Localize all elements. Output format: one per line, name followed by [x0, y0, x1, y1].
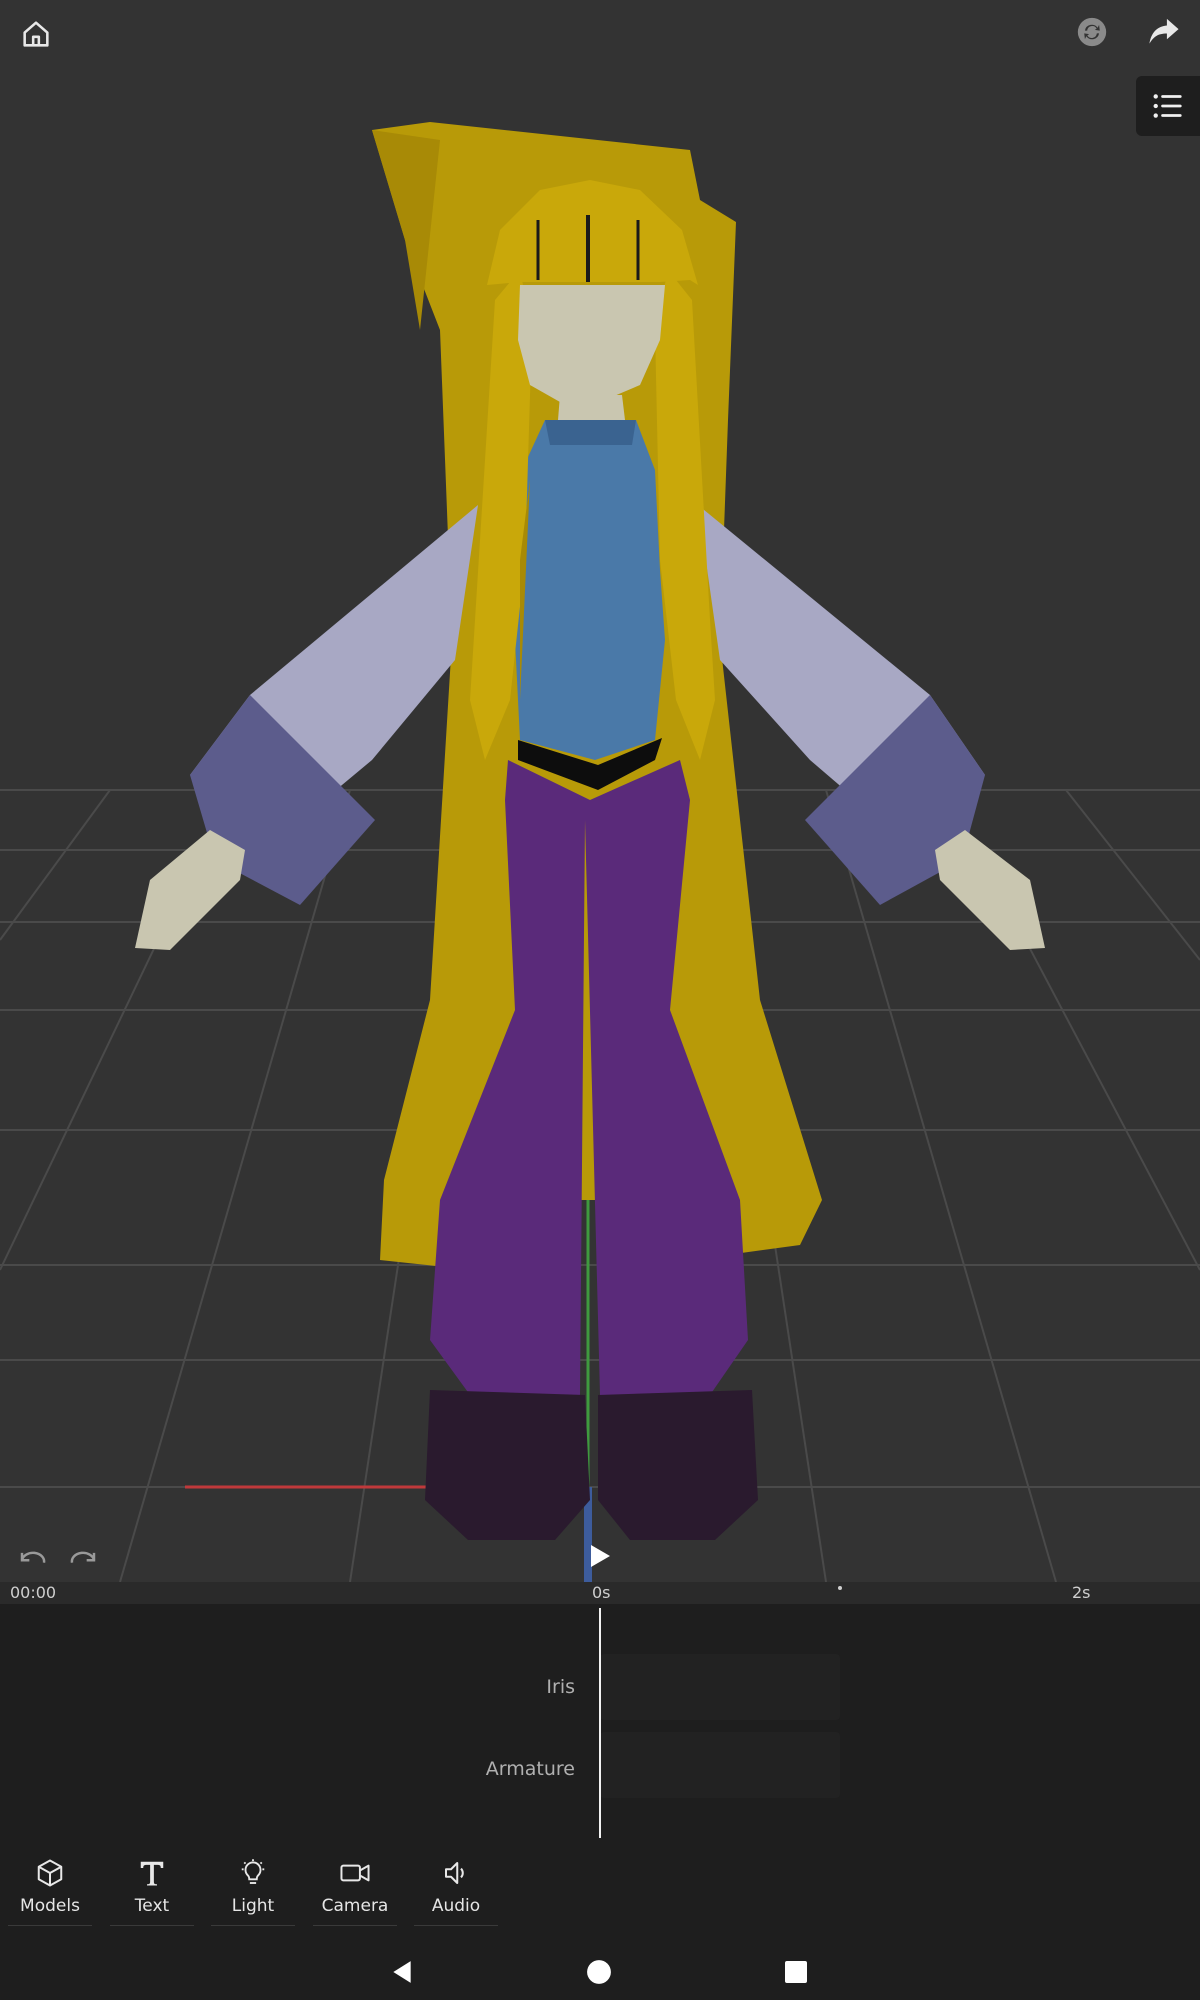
light-tool-button[interactable]: Light: [211, 1840, 295, 1926]
undo-button[interactable]: [14, 1544, 52, 1574]
recents-square-icon: [785, 1961, 807, 1983]
models-tool-label: Models: [20, 1896, 80, 1916]
undo-icon: [20, 1551, 46, 1563]
play-button[interactable]: [584, 1540, 616, 1572]
audio-tool-label: Audio: [431, 1896, 481, 1916]
playhead[interactable]: [599, 1608, 601, 1838]
scene-canvas[interactable]: [0, 0, 1200, 1582]
3d-viewport[interactable]: [0, 0, 1200, 1582]
system-nav-bar: [0, 1940, 1200, 2000]
redo-button[interactable]: [64, 1544, 102, 1574]
time-ruler[interactable]: 00:00 0s 2s: [0, 1582, 1200, 1604]
models-tool-button[interactable]: Models: [8, 1840, 92, 1926]
ruler-end-label: 2s: [1072, 1583, 1091, 1602]
share-icon: [1149, 18, 1179, 44]
bottom-toolbar: Models Text Light Camera Audio: [0, 1840, 1200, 1940]
camera-tool-label: Camera: [321, 1896, 389, 1916]
cube-icon: [37, 1859, 63, 1887]
character-model[interactable]: [135, 122, 1045, 1540]
text-tool-button[interactable]: Text: [110, 1840, 194, 1926]
home-circle-icon: [587, 1960, 611, 1984]
track-lane-armature[interactable]: [600, 1732, 840, 1798]
track-label-iris[interactable]: Iris: [546, 1676, 575, 1698]
text-icon: [140, 1861, 164, 1886]
ruler-start-label: 0s: [592, 1583, 611, 1602]
track-lane-iris[interactable]: [600, 1654, 840, 1720]
play-icon: [591, 1545, 610, 1567]
camera-tool-button[interactable]: Camera: [313, 1840, 397, 1926]
ruler-mid-dot: [838, 1586, 842, 1590]
nav-home-button[interactable]: [577, 1950, 621, 1994]
current-time: 00:00: [10, 1583, 57, 1602]
nav-back-button[interactable]: [380, 1950, 424, 1994]
sync-button[interactable]: [1070, 10, 1114, 54]
back-triangle-icon: [393, 1961, 411, 1983]
list-menu-icon: [1153, 94, 1182, 118]
light-tool-label: Light: [231, 1896, 275, 1916]
camera-icon: [340, 1864, 370, 1882]
home-icon: [23, 21, 49, 47]
text-tool-label: Text: [134, 1896, 170, 1916]
audio-tool-button[interactable]: Audio: [414, 1840, 498, 1926]
home-button[interactable]: [12, 10, 60, 58]
share-button[interactable]: [1140, 10, 1188, 54]
outliner-menu-button[interactable]: [1136, 76, 1200, 136]
nav-recents-button[interactable]: [774, 1950, 818, 1994]
redo-icon: [70, 1551, 96, 1563]
sync-icon: [1077, 17, 1107, 47]
speaker-icon: [445, 1862, 464, 1884]
bulb-icon: [241, 1859, 265, 1884]
track-label-armature[interactable]: Armature: [486, 1758, 575, 1780]
